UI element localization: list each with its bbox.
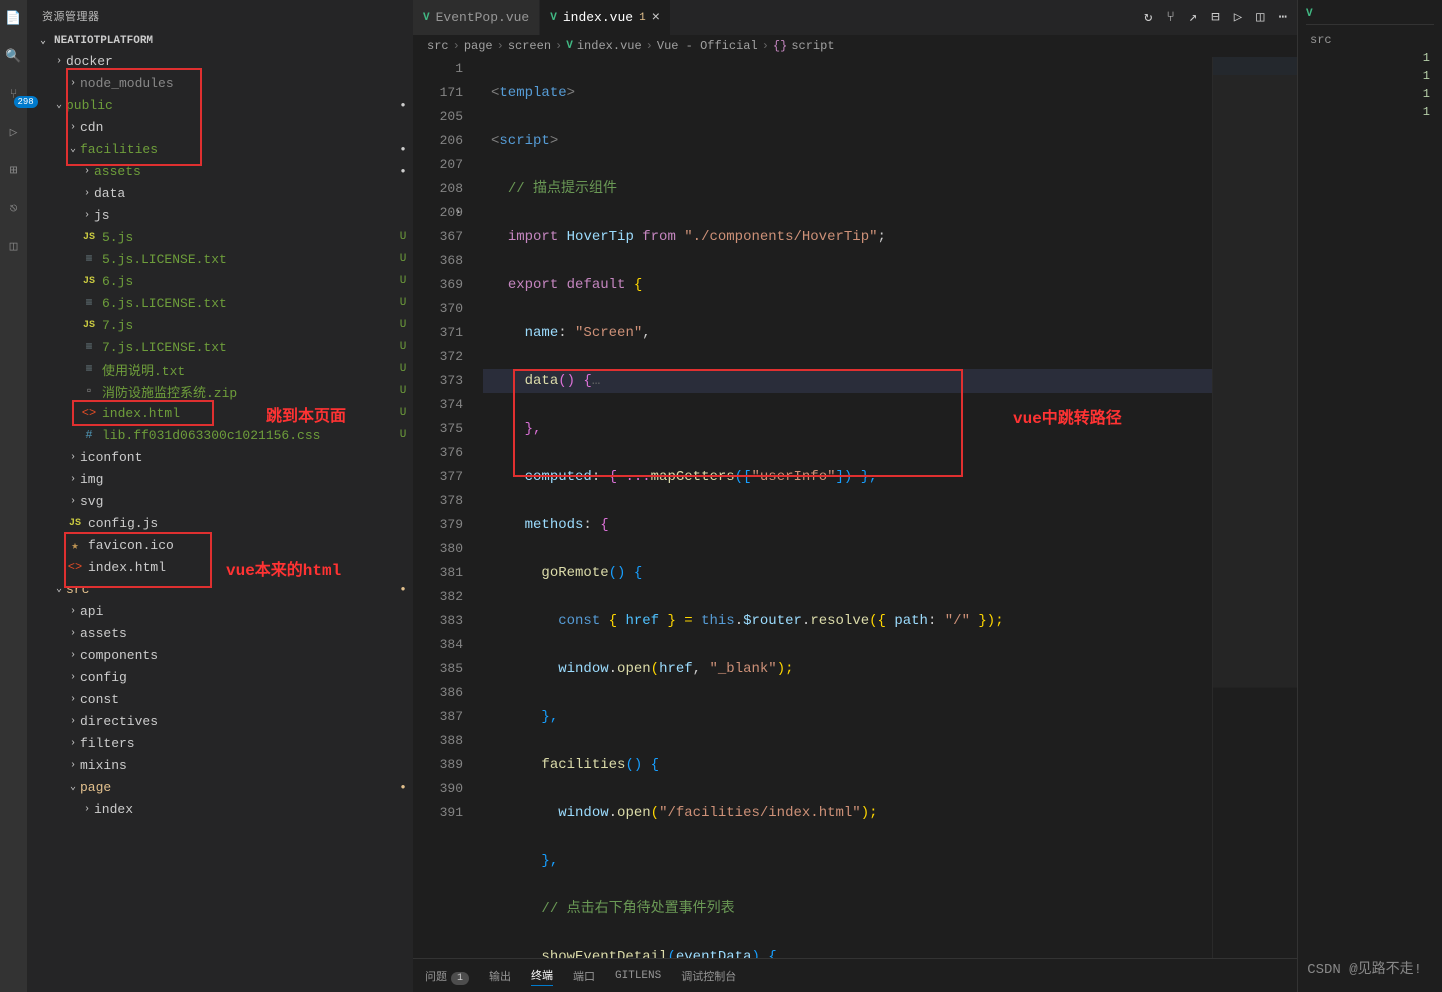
folder-page[interactable]: ⌄page ● bbox=[28, 776, 413, 798]
terminal-tab-output[interactable]: 输出 bbox=[489, 966, 511, 986]
tab-eventpop[interactable]: V EventPop.vue bbox=[413, 0, 540, 35]
folder-node-modules[interactable]: ›node_modules bbox=[28, 72, 413, 94]
folder-assets2[interactable]: ›assets bbox=[28, 622, 413, 644]
file-6js[interactable]: JS6.js U bbox=[28, 270, 413, 292]
file-indexhtml-public[interactable]: <>index.html bbox=[28, 556, 413, 578]
folder-src[interactable]: ⌄src ● bbox=[28, 578, 413, 600]
line-gutter: 1 171 205 206 207 208 209› 367 368 369 3… bbox=[413, 57, 483, 958]
sidebar-project[interactable]: ⌄ NEATIOTPLATFORM bbox=[28, 32, 413, 50]
folder-iconfont[interactable]: ›iconfont bbox=[28, 446, 413, 468]
folder-const[interactable]: ›const bbox=[28, 688, 413, 710]
code-editor[interactable]: 1 171 205 206 207 208 209› 367 368 369 3… bbox=[413, 57, 1297, 958]
file-tree: ›docker ›node_modules ⌄public ● ›cdn ⌄fa… bbox=[28, 50, 413, 992]
terminal-tab-ports[interactable]: 端口 bbox=[573, 966, 595, 986]
remote-icon[interactable]: ⎋ bbox=[4, 198, 24, 218]
folder-img[interactable]: ›img bbox=[28, 468, 413, 490]
file-5js[interactable]: JS5.js U bbox=[28, 226, 413, 248]
folder-data[interactable]: ›data bbox=[28, 182, 413, 204]
vue-icon: V bbox=[423, 12, 430, 24]
right-pane-src[interactable]: src bbox=[1306, 31, 1434, 49]
breadcrumb[interactable]: src› page› screen› Vindex.vue› Vue - Off… bbox=[413, 35, 1297, 57]
file-configjs[interactable]: JSconfig.js bbox=[28, 512, 413, 534]
terminal-tab-terminal[interactable]: 终端 bbox=[531, 965, 553, 986]
folder-api[interactable]: ›api bbox=[28, 600, 413, 622]
folder-components[interactable]: ›components bbox=[28, 644, 413, 666]
file-7js[interactable]: JS7.js U bbox=[28, 314, 413, 336]
file-favicon[interactable]: ★favicon.ico bbox=[28, 534, 413, 556]
debug-icon[interactable]: ▷ bbox=[4, 122, 24, 142]
arrow-icon[interactable]: ↗ bbox=[1189, 9, 1197, 26]
activity-bar: 📄 🔍 ⑂ 298 ▷ ⊞ ⎋ ◫ bbox=[0, 0, 28, 992]
sidebar: 资源管理器 ⌄ NEATIOTPLATFORM ›docker ›node_mo… bbox=[28, 0, 413, 992]
search-icon[interactable]: 🔍 bbox=[4, 46, 24, 66]
vue-icon: V bbox=[550, 12, 557, 24]
watermark: CSDN @见路不走! bbox=[1307, 958, 1422, 978]
folder-filters[interactable]: ›filters bbox=[28, 732, 413, 754]
tab-actions: ↻ ⑂ ↗ ⊟ ▷ ◫ ⋯ bbox=[1144, 0, 1297, 35]
file-libcss[interactable]: #lib.ff031d063300c1021156.css U bbox=[28, 424, 413, 446]
close-icon[interactable]: × bbox=[652, 10, 660, 26]
folder-index[interactable]: ›index bbox=[28, 798, 413, 820]
file-indexhtml-facilities[interactable]: <>index.html U bbox=[28, 402, 413, 424]
tab-label: EventPop.vue bbox=[436, 10, 530, 25]
folder-mixins[interactable]: ›mixins bbox=[28, 754, 413, 776]
folder-public[interactable]: ⌄public ● bbox=[28, 94, 413, 116]
editor-area: V EventPop.vue V index.vue 1 × ↻ ⑂ ↗ ⊟ ▷… bbox=[413, 0, 1297, 992]
terminal-panel: 问题1 输出 终端 端口 GITLENS 调试控制台 bbox=[413, 958, 1297, 992]
run-icon[interactable]: ▷ bbox=[1234, 9, 1242, 26]
terminal-tab-debug[interactable]: 调试控制台 bbox=[681, 966, 736, 986]
folder-svg[interactable]: ›svg bbox=[28, 490, 413, 512]
folder-config[interactable]: ›config bbox=[28, 666, 413, 688]
code-content[interactable]: <template> <script> // 描点提示组件 import Hov… bbox=[483, 57, 1212, 958]
file-7lic[interactable]: ≡7.js.LICENSE.txt U bbox=[28, 336, 413, 358]
tabs-bar: V EventPop.vue V index.vue 1 × ↻ ⑂ ↗ ⊟ ▷… bbox=[413, 0, 1297, 35]
extensions-icon[interactable]: ⊞ bbox=[4, 160, 24, 180]
file-5lic[interactable]: ≡5.js.LICENSE.txt U bbox=[28, 248, 413, 270]
chevron-down-icon: ⌄ bbox=[36, 35, 50, 47]
terminal-tab-problems[interactable]: 问题1 bbox=[425, 966, 469, 986]
tab-label: index.vue bbox=[563, 10, 633, 25]
docker-icon[interactable]: ◫ bbox=[4, 236, 24, 256]
graph-icon[interactable]: ⑂ bbox=[1166, 10, 1174, 26]
folder-assets[interactable]: ›assets ● bbox=[28, 160, 413, 182]
more-icon[interactable]: ⋯ bbox=[1279, 9, 1287, 26]
sidebar-title: 资源管理器 bbox=[28, 0, 413, 32]
minimap[interactable] bbox=[1212, 57, 1297, 958]
file-zip[interactable]: ▫消防设施监控系统.zip U bbox=[28, 380, 413, 402]
folder-directives[interactable]: ›directives bbox=[28, 710, 413, 732]
explorer-icon[interactable]: 📄 bbox=[4, 8, 24, 28]
section-label: NEATIOTPLATFORM bbox=[54, 35, 153, 47]
file-manual[interactable]: ≡使用说明.txt U bbox=[28, 358, 413, 380]
tab-index[interactable]: V index.vue 1 × bbox=[540, 0, 671, 35]
folder-facilities[interactable]: ⌄facilities ● bbox=[28, 138, 413, 160]
file-6lic[interactable]: ≡6.js.LICENSE.txt U bbox=[28, 292, 413, 314]
tab-modified-badge: 1 bbox=[639, 12, 646, 24]
right-split-pane: V src 1 1 1 1 bbox=[1297, 0, 1442, 992]
folder-docker[interactable]: ›docker bbox=[28, 50, 413, 72]
folder-cdn[interactable]: ›cdn bbox=[28, 116, 413, 138]
terminal-tab-gitlens[interactable]: GITLENS bbox=[615, 968, 661, 984]
split-icon[interactable]: ◫ bbox=[1256, 9, 1264, 26]
compare-icon[interactable]: ⊟ bbox=[1211, 9, 1219, 26]
folder-js[interactable]: ›js bbox=[28, 204, 413, 226]
history-icon[interactable]: ↻ bbox=[1144, 9, 1152, 26]
